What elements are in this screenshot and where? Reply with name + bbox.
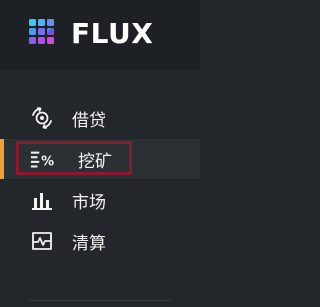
sidebar-divider <box>30 300 170 301</box>
mining-icon: % <box>30 147 54 171</box>
brand-logo[interactable]: FLUX <box>27 17 153 51</box>
nav-item-market[interactable]: 市场 <box>0 180 200 220</box>
market-chart-icon <box>30 188 54 212</box>
sidebar-header: FLUX <box>0 0 200 71</box>
nav-item-liquidation[interactable]: 清算 <box>0 221 200 261</box>
flux-logo-icon <box>29 19 54 44</box>
liquidation-icon <box>30 229 54 253</box>
active-indicator <box>0 139 4 179</box>
nav-item-label: 清算 <box>72 233 106 254</box>
sidebar-nav: 借贷 % 挖矿 市场 清算 <box>0 98 200 262</box>
nav-item-label: 挖矿 <box>78 151 112 172</box>
brand-name: FLUX <box>71 17 154 50</box>
svg-text:%: % <box>41 154 54 169</box>
nav-item-label: 市场 <box>72 192 106 213</box>
nav-item-label: 借贷 <box>72 110 106 131</box>
nav-item-lending[interactable]: 借贷 <box>0 98 200 138</box>
nav-item-mining[interactable]: % 挖矿 <box>0 139 200 179</box>
lending-icon <box>30 106 54 130</box>
